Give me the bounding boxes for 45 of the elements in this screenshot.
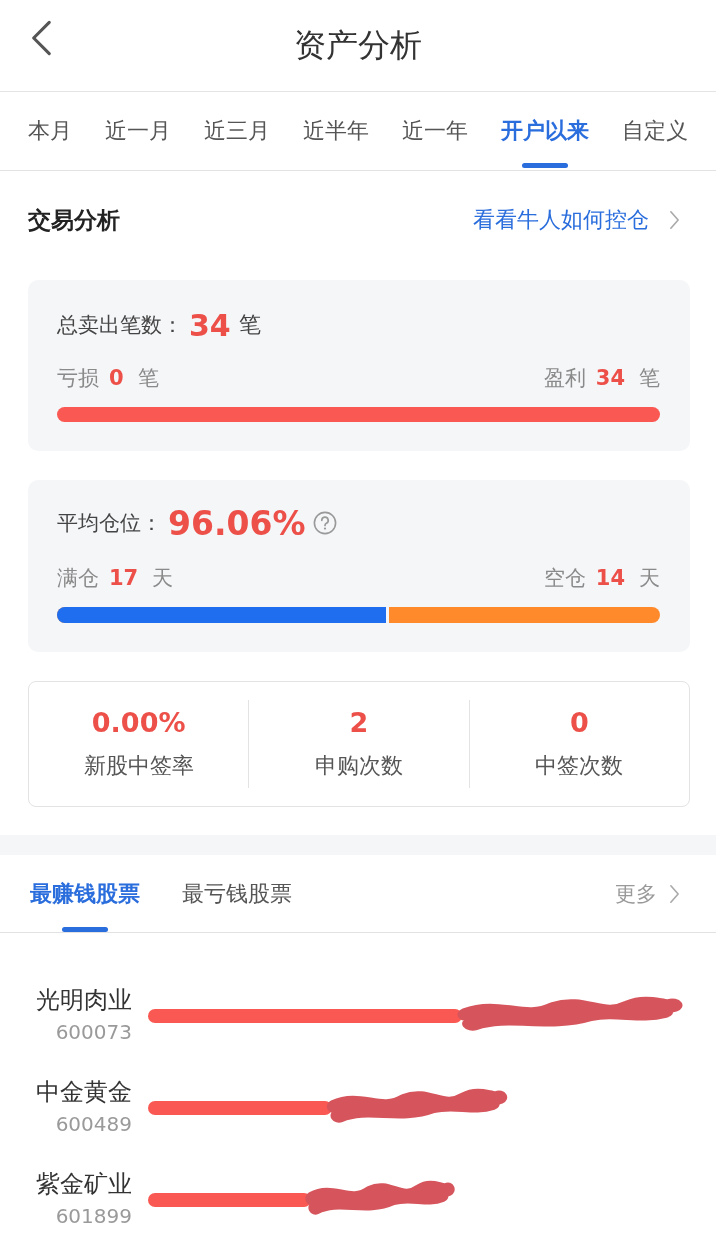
empty-position-unit: 天 <box>639 565 660 592</box>
stock-name: 紫金矿业 <box>36 1169 132 1200</box>
empty-position-value: 14 <box>595 566 625 590</box>
stat-value: 34 <box>189 307 231 343</box>
stock-ranking-tab[interactable]: 最亏钱股票 <box>182 855 292 932</box>
ipo-stat-label: 新股中签率 <box>83 752 194 780</box>
ipo-stat-label: 申购次数 <box>315 752 403 780</box>
empty-position-label: 空仓 <box>543 565 586 592</box>
stock-code: 600073 <box>55 1019 132 1046</box>
period-tab[interactable]: 开户以来 <box>501 92 589 170</box>
profit-value: 34 <box>595 366 625 390</box>
stat-label: 总卖出笔数： <box>57 312 183 339</box>
profit-unit: 笔 <box>639 365 660 392</box>
loss-unit: 笔 <box>137 365 159 392</box>
period-tab[interactable]: 近三月 <box>204 92 270 170</box>
full-position-value: 17 <box>109 566 139 590</box>
full-position-unit: 天 <box>152 565 174 592</box>
help-icon[interactable] <box>313 511 338 535</box>
ipo-stat-value: 2 <box>349 706 369 740</box>
period-tab[interactable]: 本月 <box>28 92 72 170</box>
period-tab[interactable]: 近一年 <box>402 92 468 170</box>
back-icon[interactable] <box>30 19 52 57</box>
chevron-right-icon[interactable] <box>669 883 680 904</box>
control-tips-link[interactable]: 看看牛人如何控仓 <box>473 205 649 235</box>
stock-name: 光明肉业 <box>36 985 132 1016</box>
loss-label: 亏损 <box>57 365 99 392</box>
stock-name: 中金黄金 <box>36 1077 132 1108</box>
stat-label: 平均仓位： <box>57 510 162 537</box>
period-tab[interactable]: 近半年 <box>303 92 369 170</box>
stock-code: 601899 <box>55 1203 132 1230</box>
full-position-label: 满仓 <box>57 565 99 592</box>
stock-code: 600489 <box>55 1111 132 1138</box>
ipo-stat-value: 0.00% <box>91 706 186 740</box>
ipo-stat-value: 0 <box>569 706 589 740</box>
stat-unit: 笔 <box>238 311 261 339</box>
period-tab[interactable]: 自定义 <box>622 92 688 170</box>
loss-value: 0 <box>109 366 124 390</box>
period-tab[interactable]: 近一月 <box>105 92 171 170</box>
ipo-stat-label: 中签次数 <box>535 752 624 780</box>
stat-value: 96.06% <box>168 503 306 543</box>
chevron-right-icon[interactable] <box>669 210 680 230</box>
page-title: 资产分析 <box>294 24 422 66</box>
stock-ranking-tab[interactable]: 最赚钱股票 <box>30 855 140 932</box>
section-title: 交易分析 <box>28 205 120 235</box>
profit-label: 盈利 <box>543 365 586 392</box>
